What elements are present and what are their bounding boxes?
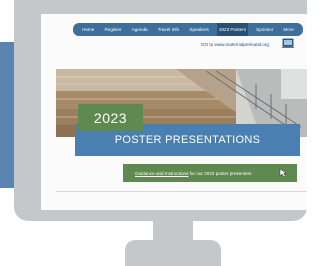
laptop-icon[interactable] <box>281 38 295 50</box>
monitor-stand-base <box>125 240 221 266</box>
goto-line: GO to www.maternalperinatal.org <box>201 42 269 47</box>
goto-url-link[interactable]: www.maternalperinatal.org <box>215 42 269 47</box>
year-badge: 2023 <box>78 104 143 131</box>
guidance-rest: for our 2023 poster presenters <box>188 170 252 176</box>
content-divider <box>56 191 307 192</box>
year-label: 2023 <box>93 109 128 126</box>
nav-item-register[interactable]: Register <box>102 23 123 36</box>
nav-item-travel-info[interactable]: Travel Info <box>156 23 182 36</box>
page-title: POSTER PRESENTATIONS <box>114 134 261 146</box>
cursor-arrow-icon <box>279 168 288 178</box>
monitor-screen: Home Register Agenda Travel Info Speaker… <box>41 14 307 210</box>
guidance-button[interactable]: Guidance and Instructions for our 2023 p… <box>123 164 297 182</box>
goto-prefix: GO to <box>201 42 214 47</box>
nav-item-speakers[interactable]: Speakers <box>187 23 210 36</box>
nav-item-home[interactable]: Home <box>80 23 96 36</box>
monitor-frame: Home Register Agenda Travel Info Speaker… <box>14 0 307 221</box>
nav-item-sponsor[interactable]: Sponsor <box>254 23 275 36</box>
guidance-text: Guidance and Instructions for our 2023 p… <box>135 171 251 176</box>
guidance-link[interactable]: Guidance and Instructions <box>135 171 188 176</box>
nav-item-agenda[interactable]: Agenda <box>130 23 150 36</box>
nav-item-2023-posters[interactable]: 2023 Posters <box>216 23 249 36</box>
nav-item-more[interactable]: More <box>281 23 295 36</box>
main-nav: Home Register Agenda Travel Info Speaker… <box>73 23 303 36</box>
